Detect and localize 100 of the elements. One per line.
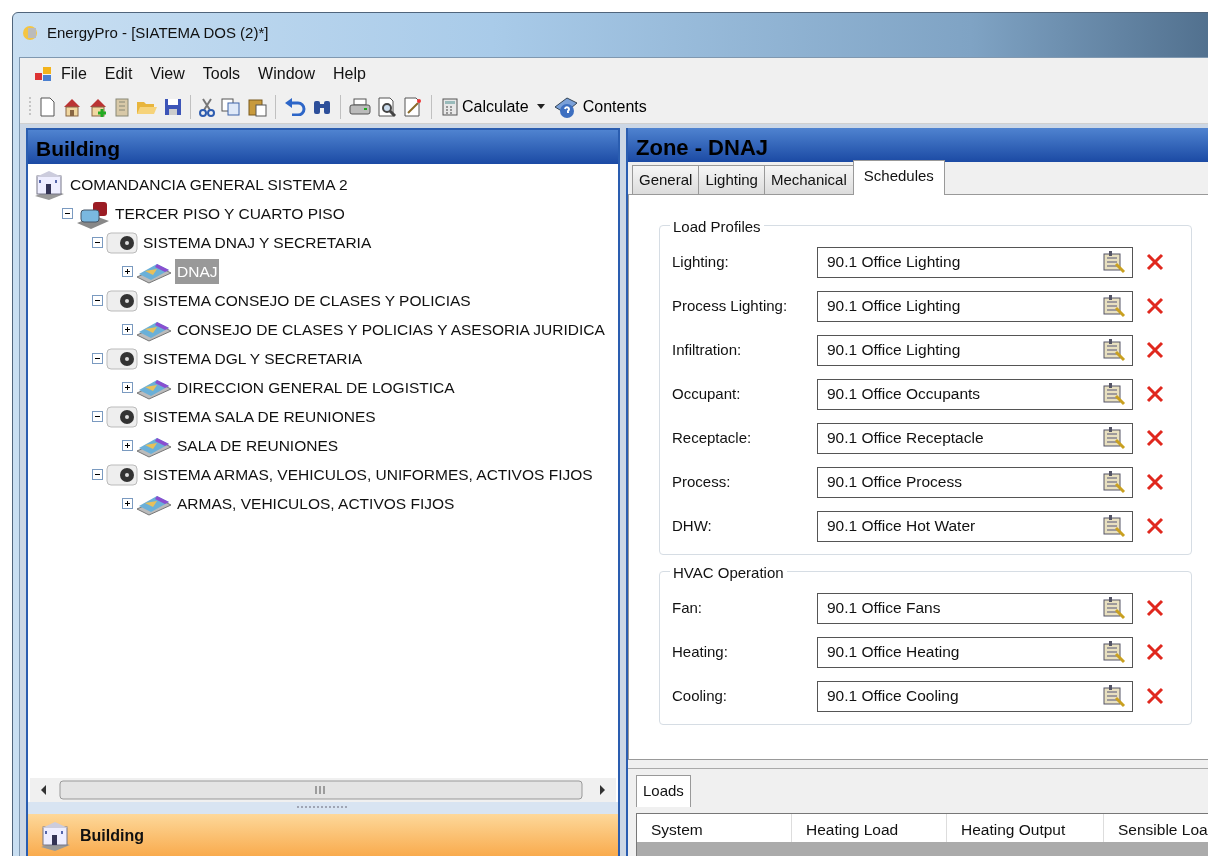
tab[interactable]: Loads [636,775,691,807]
schedule-picker-icon[interactable] [1102,470,1126,494]
schedule-field[interactable]: 90.1 Office Receptacle [817,422,1133,454]
toolbar-button[interactable]: Contents [550,94,649,119]
schedule-picker-icon[interactable] [1102,514,1126,538]
app-icon [21,24,39,42]
schedule-picker-icon[interactable] [1102,294,1126,318]
schedule-field[interactable]: 90.1 Office Lighting [817,334,1133,366]
toolbar-button[interactable]: Calculate [440,94,531,119]
dropdown-caret-icon[interactable] [536,103,545,110]
condenser-unit-icon [105,287,139,314]
copy-icon[interactable] [221,97,241,116]
tree-item[interactable]: SALA DE REUNIONES [175,432,341,459]
tree-item[interactable]: DIRECCION GENERAL DE LOGISTICA [175,374,457,401]
home-icon[interactable] [62,96,82,117]
tree-item[interactable]: SISTEMA DGL Y SECRETARIA [141,345,365,372]
tab[interactable]: Mechanical [763,164,854,194]
tab[interactable]: Schedules [852,159,945,195]
condenser-unit-icon [105,403,139,430]
expander-icon[interactable] [122,382,133,393]
expander-icon[interactable] [92,353,103,364]
menu-item[interactable]: File [52,60,96,88]
column-header[interactable]: Heating Load [792,813,947,842]
magic-wand-icon[interactable] [403,96,423,117]
paste-icon[interactable] [247,96,267,117]
horizontal-scrollbar[interactable] [30,778,616,802]
calculator-icon [442,97,458,116]
delete-icon[interactable] [1145,340,1165,360]
printer-icon[interactable] [349,97,371,116]
schedule-field[interactable]: 90.1 Office Occupants [817,378,1133,410]
tab[interactable]: General [632,164,700,194]
delete-icon[interactable] [1145,686,1165,706]
field-label: DHW: [672,515,713,536]
scissors-icon[interactable] [199,96,215,117]
schedule-field[interactable]: 90.1 Office Process [817,466,1133,498]
schedule-field[interactable]: 90.1 Office Lighting [817,246,1133,278]
field-label: Cooling: [672,685,729,706]
field-label: Lighting: [672,251,730,272]
delete-icon[interactable] [1145,384,1165,404]
menu-item[interactable]: View [141,60,194,88]
tree-item[interactable]: ARMAS, VEHICULOS, ACTIVOS FIJOS [175,490,457,517]
building-nav-bar[interactable]: Building [28,814,618,856]
menu-item[interactable]: Edit [95,60,142,88]
expander-icon[interactable] [122,324,133,335]
column-header[interactable]: Sensible Loa [1104,813,1208,842]
delete-icon[interactable] [1145,642,1165,662]
schedule-field[interactable]: 90.1 Office Heating [817,636,1133,668]
condenser-unit-icon [105,345,139,372]
field-label: Heating: [672,641,729,662]
home-add-icon[interactable] [88,96,108,117]
tree-item[interactable]: COMANDANCIA GENERAL SISTEMA 2 [68,171,350,198]
field-label: Process: [672,471,732,492]
condenser-unit-icon [105,461,139,488]
tree-item[interactable]: TERCER PISO Y CUARTO PISO [113,200,347,227]
tree-item[interactable]: SISTEMA CONSEJO DE CLASES Y POLICIAS [141,287,473,314]
panel-title: Building [28,130,618,164]
schedule-field[interactable]: 90.1 Office Lighting [817,290,1133,322]
schedule-picker-icon[interactable] [1102,338,1126,362]
field-label: Process Lighting: [672,295,789,316]
save-icon[interactable] [164,97,182,116]
delete-icon[interactable] [1145,472,1165,492]
tree-item[interactable]: SISTEMA DNAJ Y SECRETARIA [141,229,374,256]
delete-icon[interactable] [1145,598,1165,618]
panel-title: Zone - DNAJ [628,128,1208,162]
column-header[interactable]: System [637,813,792,842]
expander-icon[interactable] [92,469,103,480]
tree-item[interactable]: CONSEJO DE CLASES Y POLICIAS Y ASESORIA JURIDICA [175,316,607,343]
menu-item[interactable]: Window [249,60,324,88]
expander-icon[interactable] [92,237,103,248]
delete-icon[interactable] [1145,252,1165,272]
delete-icon[interactable] [1145,516,1165,536]
expander-icon[interactable] [122,440,133,451]
schedule-picker-icon[interactable] [1102,250,1126,274]
new-document-icon[interactable] [38,96,56,117]
condenser-unit-icon [105,229,139,256]
tree-item[interactable]: SISTEMA SALA DE REUNIONES [141,403,378,430]
window-menu-icon[interactable] [34,65,52,83]
expander-icon[interactable] [122,498,133,509]
undo-icon[interactable] [284,97,306,116]
schedule-picker-icon[interactable] [1102,596,1126,620]
expander-icon[interactable] [92,295,103,306]
menu-item[interactable]: Help [324,60,375,88]
tab[interactable]: Lighting [698,164,765,194]
expander-icon[interactable] [62,208,73,219]
delete-icon[interactable] [1145,296,1165,316]
print-preview-icon[interactable] [377,96,397,117]
tree-item[interactable]: SISTEMA ARMAS, VEHICULOS, UNIFORMES, ACTIVOS FIJOS [141,461,595,488]
schedule-field[interactable]: 90.1 Office Hot Water [817,510,1133,542]
schedule-picker-icon[interactable] [1102,426,1126,450]
schedule-picker-icon[interactable] [1102,382,1126,406]
field-label: Receptacle: [672,427,753,448]
column-header[interactable]: Heating Output [947,813,1104,842]
menu-item[interactable]: Tools [193,60,250,88]
delete-icon[interactable] [1145,428,1165,448]
expander-icon[interactable] [122,266,133,277]
schedule-field[interactable]: 90.1 Office Fans [817,592,1133,624]
schedule-picker-icon[interactable] [1102,640,1126,664]
expander-icon[interactable] [92,411,103,422]
schedule-field[interactable]: 90.1 Office Cooling [817,680,1133,712]
schedule-picker-icon[interactable] [1102,684,1126,708]
